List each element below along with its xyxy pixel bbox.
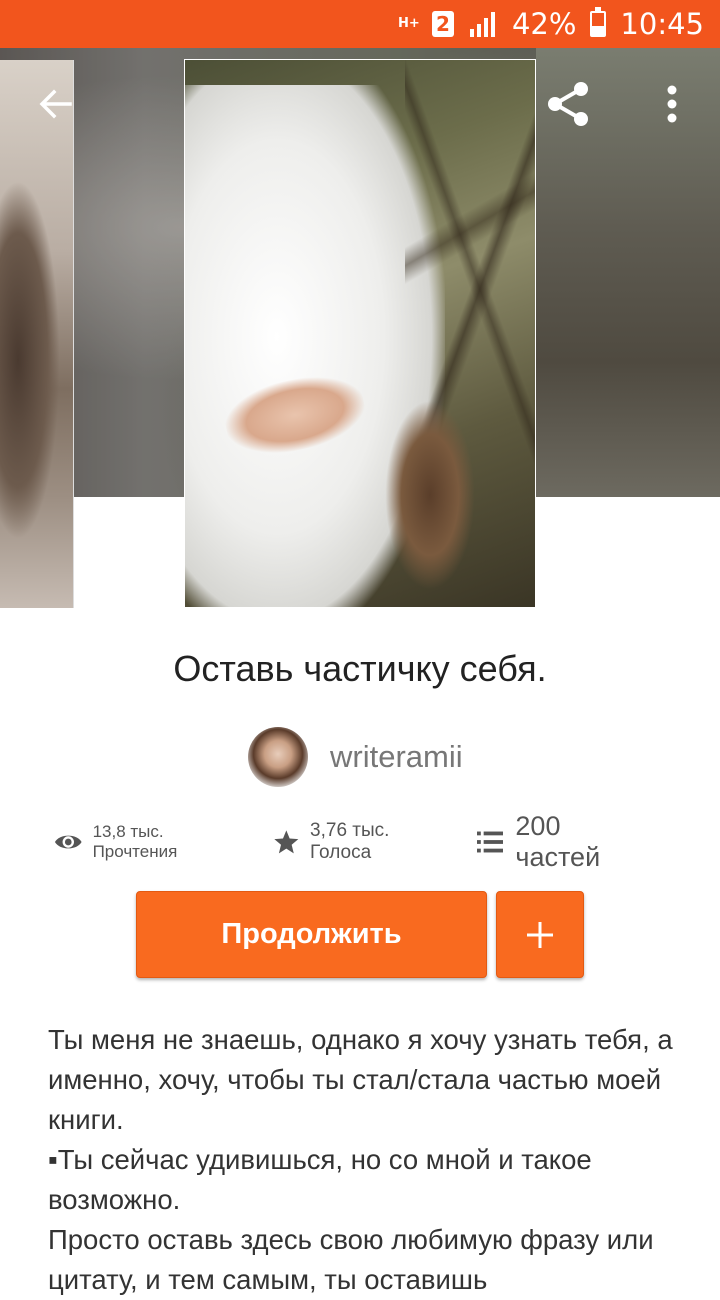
continue-reading-button[interactable]: Продолжить: [136, 891, 487, 978]
description-paragraph: Ты меня не знаешь, однако я хочу узнать …: [48, 1024, 673, 1135]
back-button[interactable]: [28, 80, 84, 128]
battery-percentage: 42%: [511, 7, 577, 41]
author-link[interactable]: writeramii: [248, 726, 463, 788]
list-icon: [476, 831, 504, 853]
story-title: Оставь частичку себя.: [173, 648, 547, 689]
plus-icon: [527, 921, 553, 948]
share-button[interactable]: [536, 76, 600, 132]
sim-slot-indicator: 2: [431, 11, 454, 37]
description-paragraph: ▪Ты сейчас удивишься, но со мной и такое…: [48, 1144, 592, 1215]
parts-stat[interactable]: 200 частей: [476, 811, 646, 873]
description-paragraph: Просто оставь здесь свою любимую фразу и…: [48, 1224, 654, 1295]
reads-count: 13,8 тыс. Прочтения: [92, 822, 178, 861]
votes-stat: 3,76 тыс. Голоса: [273, 820, 448, 864]
story-description: Ты меня не знаешь, однако я хочу узнать …: [48, 1020, 678, 1300]
author-name: writeramii: [330, 739, 463, 774]
star-icon: [274, 830, 299, 854]
parts-count: 200 частей: [515, 811, 601, 872]
more-vert-icon: [667, 85, 677, 123]
signal-strength-icon: [468, 11, 498, 37]
story-stats: 13,8 тыс. Прочтения 3,76 тыс. Голоса 200…: [54, 811, 674, 872]
more-options-button[interactable]: [648, 76, 696, 132]
clock: 10:45: [620, 7, 704, 41]
story-cover-image: [184, 59, 536, 608]
avatar: [248, 727, 308, 787]
reads-stat: 13,8 тыс. Прочтения: [54, 822, 245, 862]
share-icon: [548, 82, 588, 126]
add-to-library-button[interactable]: [496, 891, 584, 978]
battery-icon: [590, 7, 607, 37]
status-bar: H+ 2 42% 10:45: [0, 0, 720, 48]
eye-icon: [54, 835, 82, 849]
votes-count: 3,76 тыс. Голоса: [310, 820, 390, 863]
network-type-indicator: H+: [397, 16, 420, 31]
previous-cover-preview[interactable]: [0, 60, 74, 608]
back-arrow-icon: [39, 89, 72, 119]
